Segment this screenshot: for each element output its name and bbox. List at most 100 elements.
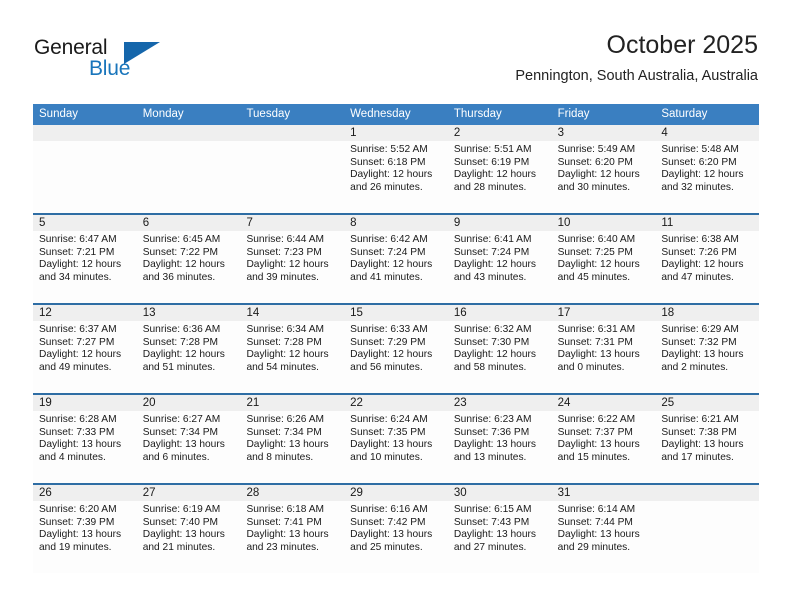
day-number-1[interactable]: 1 xyxy=(344,125,448,141)
day-number-31[interactable]: 31 xyxy=(552,485,656,501)
day-detail-line: Daylight: 13 hours xyxy=(557,349,640,361)
day-cell-4[interactable]: Sunrise: 5:48 AM Sunset: 6:20 PM Daylight:… xyxy=(655,141,759,213)
day-detail-line: Sunrise: 5:52 AM xyxy=(350,144,428,155)
day-detail-line: Sunrise: 6:29 AM xyxy=(661,324,739,335)
day-number-22[interactable]: 22 xyxy=(344,395,448,411)
day-cell-2[interactable]: Sunrise: 5:51 AM Sunset: 6:19 PM Daylight:… xyxy=(448,141,552,213)
day-cell-27[interactable]: Sunrise: 6:19 AM Sunset: 7:40 PM Daylight:… xyxy=(137,501,241,573)
day-detail-line: Sunrise: 6:26 AM xyxy=(246,414,325,425)
day-cell-14[interactable]: Sunrise: 6:34 AM Sunset: 7:28 PM Daylight:… xyxy=(240,321,344,393)
day-cell-16[interactable]: Sunrise: 6:32 AM Sunset: 7:30 PM Daylight:… xyxy=(448,321,552,393)
day-cell-6[interactable]: Sunrise: 6:45 AM Sunset: 7:22 PM Daylight:… xyxy=(137,231,241,303)
day-number-empty xyxy=(240,125,344,141)
day-number-19[interactable]: 19 xyxy=(33,395,137,411)
day-detail-line: Daylight: 12 hours xyxy=(350,259,433,271)
day-cell-9[interactable]: Sunrise: 6:41 AM Sunset: 7:24 PM Daylight:… xyxy=(448,231,552,303)
day-detail-line: and 32 minutes. xyxy=(661,181,734,193)
day-detail-line: Daylight: 13 hours xyxy=(453,529,536,541)
day-number-6[interactable]: 6 xyxy=(137,215,241,231)
day-detail-line: Sunset: 7:21 PM xyxy=(39,246,115,258)
day-cell-15[interactable]: Sunrise: 6:33 AM Sunset: 7:29 PM Daylight:… xyxy=(344,321,448,393)
day-detail-line: Sunset: 7:34 PM xyxy=(246,426,322,438)
day-number-12[interactable]: 12 xyxy=(33,305,137,321)
day-detail-line: and 28 minutes. xyxy=(453,181,527,193)
day-cell-17[interactable]: Sunrise: 6:31 AM Sunset: 7:31 PM Daylight:… xyxy=(552,321,656,393)
day-number-18[interactable]: 18 xyxy=(655,305,759,321)
day-cell-30[interactable]: Sunrise: 6:15 AM Sunset: 7:43 PM Daylight:… xyxy=(448,501,552,573)
day-cell-12[interactable]: Sunrise: 6:37 AM Sunset: 7:27 PM Daylight:… xyxy=(33,321,137,393)
day-detail-line: Daylight: 13 hours xyxy=(557,529,640,541)
day-detail-line: Sunset: 7:44 PM xyxy=(557,516,633,528)
day-detail-line: Daylight: 12 hours xyxy=(453,169,536,181)
day-number-8[interactable]: 8 xyxy=(344,215,448,231)
day-number-25[interactable]: 25 xyxy=(655,395,759,411)
day-detail-line: Sunrise: 6:24 AM xyxy=(350,414,428,425)
day-cell-8[interactable]: Sunrise: 6:42 AM Sunset: 7:24 PM Daylight:… xyxy=(344,231,448,303)
day-cell-31[interactable]: Sunrise: 6:14 AM Sunset: 7:44 PM Daylight:… xyxy=(552,501,656,573)
day-number-10[interactable]: 10 xyxy=(552,215,656,231)
day-cell-23[interactable]: Sunrise: 6:23 AM Sunset: 7:36 PM Daylight:… xyxy=(448,411,552,483)
day-detail-line: Daylight: 13 hours xyxy=(246,529,329,541)
day-detail-line: Sunset: 7:31 PM xyxy=(557,336,633,348)
day-number-26[interactable]: 26 xyxy=(33,485,137,501)
day-number-15[interactable]: 15 xyxy=(344,305,448,321)
day-cell-11[interactable]: Sunrise: 6:38 AM Sunset: 7:26 PM Daylight:… xyxy=(655,231,759,303)
day-detail-line: Sunrise: 6:42 AM xyxy=(350,234,428,245)
calendar-week-row: 12 13 14 15 16 17 18 Sunrise: 6:37 AM Sunset: 7:… xyxy=(33,303,759,393)
day-detail-line: Sunrise: 6:22 AM xyxy=(557,414,636,425)
day-number-9[interactable]: 9 xyxy=(448,215,552,231)
day-detail-line: Sunrise: 6:31 AM xyxy=(557,324,636,335)
day-cell-22[interactable]: Sunrise: 6:24 AM Sunset: 7:35 PM Daylight:… xyxy=(344,411,448,483)
day-number-14[interactable]: 14 xyxy=(240,305,344,321)
day-cell-5[interactable]: Sunrise: 6:47 AM Sunset: 7:21 PM Daylight:… xyxy=(33,231,137,303)
day-number-21[interactable]: 21 xyxy=(240,395,344,411)
day-number-27[interactable]: 27 xyxy=(137,485,241,501)
day-cell-7[interactable]: Sunrise: 6:44 AM Sunset: 7:23 PM Daylight:… xyxy=(240,231,344,303)
day-detail-line: Sunrise: 6:23 AM xyxy=(453,414,532,425)
day-number-empty xyxy=(137,125,241,141)
day-cell-10[interactable]: Sunrise: 6:40 AM Sunset: 7:25 PM Daylight:… xyxy=(552,231,656,303)
day-cell-28[interactable]: Sunrise: 6:18 AM Sunset: 7:41 PM Daylight:… xyxy=(240,501,344,573)
weekday-header-row: Sunday Monday Tuesday Wednesday Thursday Frid… xyxy=(33,104,759,125)
day-number-16[interactable]: 16 xyxy=(448,305,552,321)
day-number-5[interactable]: 5 xyxy=(33,215,137,231)
day-detail-line: Sunset: 7:28 PM xyxy=(142,336,219,348)
day-number-17[interactable]: 17 xyxy=(552,305,656,321)
day-cell-21[interactable]: Sunrise: 6:26 AM Sunset: 7:34 PM Daylight:… xyxy=(240,411,344,483)
day-number-20[interactable]: 20 xyxy=(137,395,241,411)
day-cell-3[interactable]: Sunrise: 5:49 AM Sunset: 6:20 PM Daylight:… xyxy=(552,141,656,213)
day-cell-20[interactable]: Sunrise: 6:27 AM Sunset: 7:34 PM Daylight:… xyxy=(137,411,241,483)
calendar-week-row: 1 2 3 4 Sunrise: 5:52 AM Sunset: 6:18 PM Dayli… xyxy=(33,125,759,213)
day-number-4[interactable]: 4 xyxy=(655,125,759,141)
day-detail-line: Sunrise: 5:48 AM xyxy=(661,144,739,155)
day-cell-18[interactable]: Sunrise: 6:29 AM Sunset: 7:32 PM Daylight:… xyxy=(655,321,759,393)
day-detail-line: Sunset: 6:19 PM xyxy=(453,156,530,168)
week-daynumber-strip: 12 13 14 15 16 17 18 xyxy=(33,305,759,321)
day-detail-line: Sunrise: 6:18 AM xyxy=(246,504,325,515)
day-number-3[interactable]: 3 xyxy=(552,125,656,141)
day-number-13[interactable]: 13 xyxy=(137,305,241,321)
day-cell-13[interactable]: Sunrise: 6:36 AM Sunset: 7:28 PM Daylight:… xyxy=(137,321,241,393)
day-detail-line: Sunset: 7:25 PM xyxy=(557,246,633,258)
day-number-7[interactable]: 7 xyxy=(240,215,344,231)
calendar-week-row: 19 20 21 22 23 24 25 Sunrise: 6:28 AM Sunset: 7:… xyxy=(33,393,759,483)
general-blue-logo: General Blue xyxy=(34,36,214,84)
day-detail-line: Sunrise: 6:41 AM xyxy=(453,234,532,245)
day-cell-25[interactable]: Sunrise: 6:21 AM Sunset: 7:38 PM Daylight:… xyxy=(655,411,759,483)
day-cell-24[interactable]: Sunrise: 6:22 AM Sunset: 7:37 PM Daylight:… xyxy=(552,411,656,483)
day-cell-1[interactable]: Sunrise: 5:52 AM Sunset: 6:18 PM Daylight:… xyxy=(344,141,448,213)
day-number-30[interactable]: 30 xyxy=(448,485,552,501)
day-detail-line: Sunrise: 6:16 AM xyxy=(350,504,428,515)
day-number-24[interactable]: 24 xyxy=(552,395,656,411)
day-detail-line: Sunset: 7:36 PM xyxy=(453,426,530,438)
day-number-23[interactable]: 23 xyxy=(448,395,552,411)
day-number-29[interactable]: 29 xyxy=(344,485,448,501)
day-cell-26[interactable]: Sunrise: 6:20 AM Sunset: 7:39 PM Daylight:… xyxy=(33,501,137,573)
day-number-2[interactable]: 2 xyxy=(448,125,552,141)
day-cell-19[interactable]: Sunrise: 6:28 AM Sunset: 7:33 PM Daylight:… xyxy=(33,411,137,483)
day-number-28[interactable]: 28 xyxy=(240,485,344,501)
day-cell-29[interactable]: Sunrise: 6:16 AM Sunset: 7:42 PM Daylight:… xyxy=(344,501,448,573)
day-detail-line: and 45 minutes. xyxy=(557,271,631,283)
day-number-11[interactable]: 11 xyxy=(655,215,759,231)
day-detail-line: Daylight: 12 hours xyxy=(661,259,744,271)
